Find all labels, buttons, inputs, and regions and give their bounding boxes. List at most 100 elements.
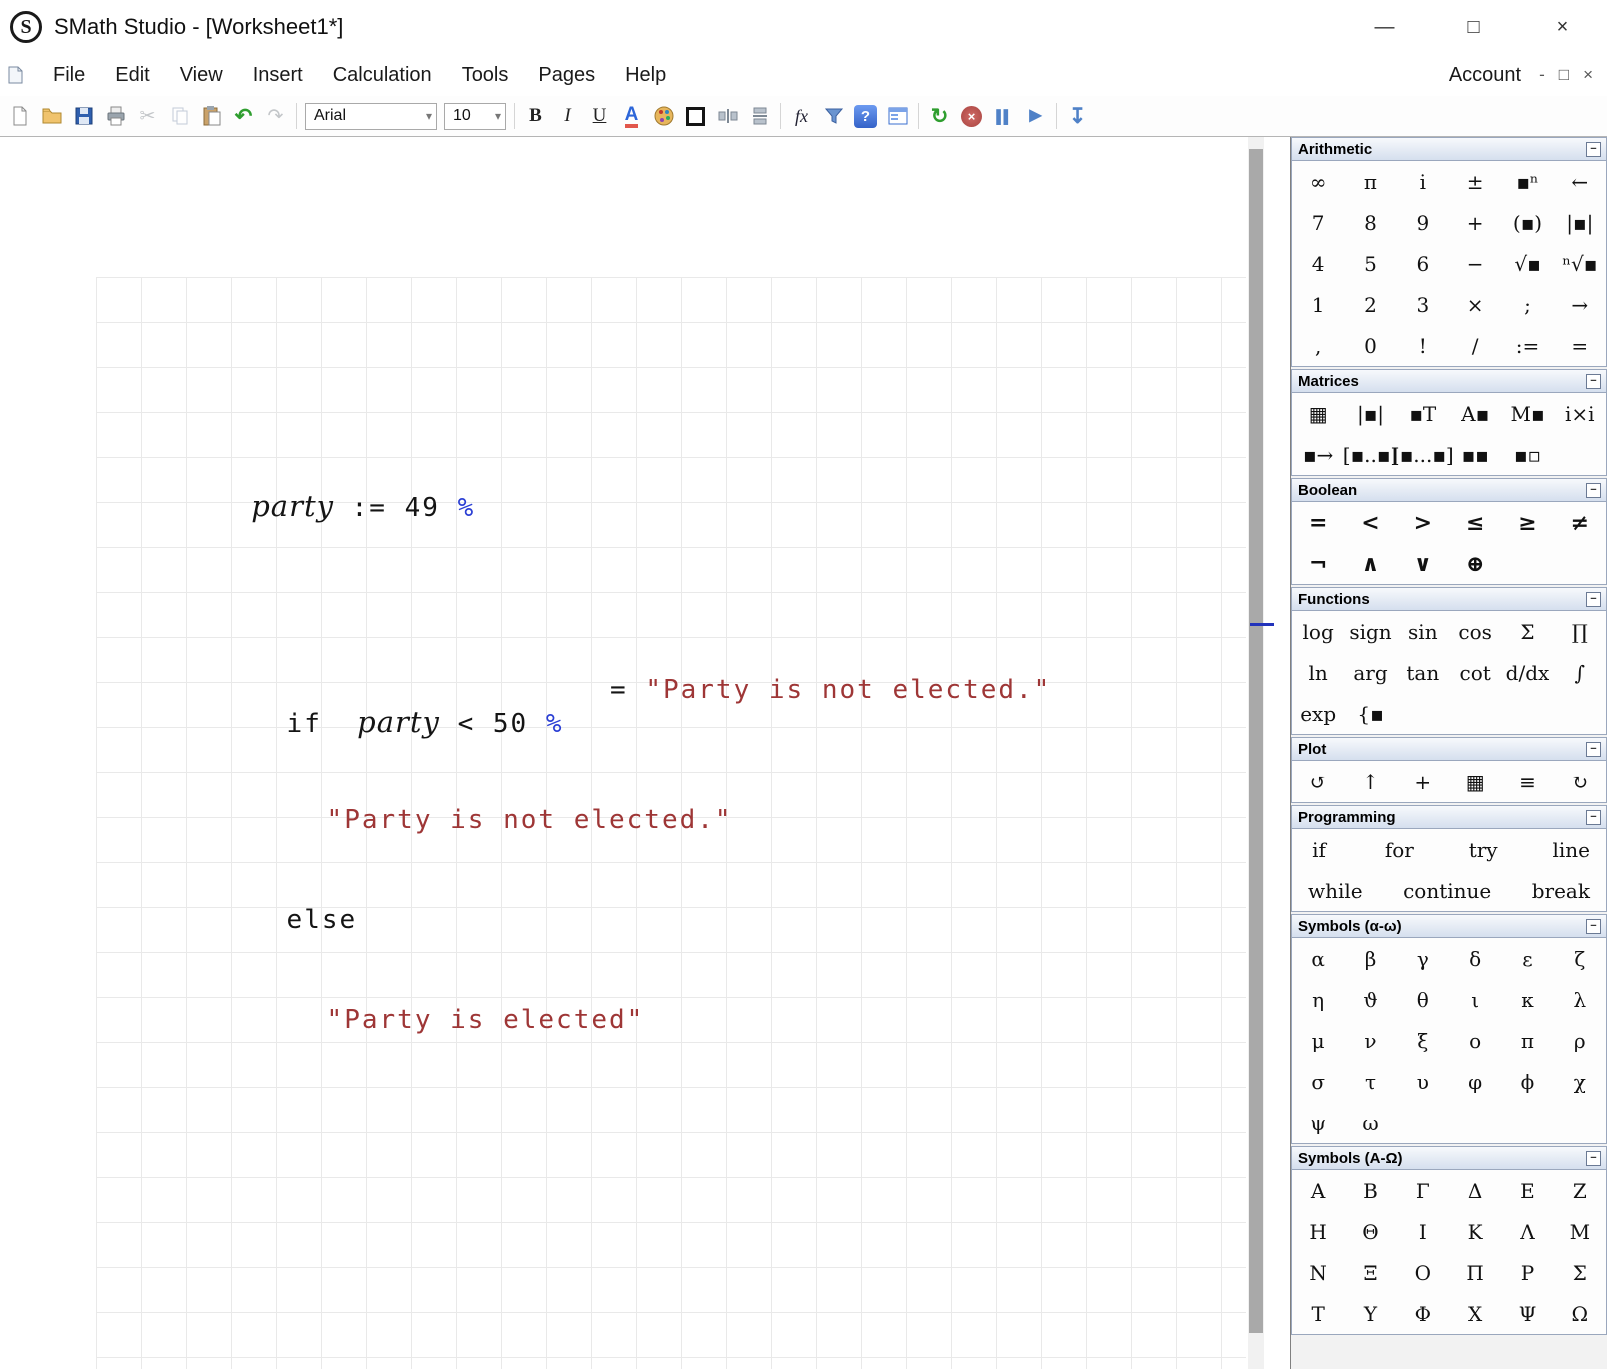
palette-button[interactable]: > xyxy=(1412,512,1434,534)
border-button[interactable] xyxy=(680,101,711,132)
collapse-icon[interactable]: − xyxy=(1586,142,1601,157)
palette-button[interactable]: A▪ xyxy=(1461,404,1489,424)
palette-button[interactable]: υ xyxy=(1412,1072,1434,1092)
palette-button[interactable]: 1 xyxy=(1307,295,1329,315)
pause-button[interactable]: ▌▌ xyxy=(988,101,1019,132)
palette-button[interactable]: line xyxy=(1552,840,1590,860)
palette-button[interactable]: Χ xyxy=(1464,1304,1486,1324)
menu-insert[interactable]: Insert xyxy=(253,64,303,87)
palette-button[interactable]: 9 xyxy=(1412,213,1434,233)
palette-button[interactable]: ∧ xyxy=(1359,553,1381,575)
palette-button[interactable]: Σ xyxy=(1569,1263,1591,1283)
palette-button[interactable]: exp xyxy=(1300,704,1336,724)
recalculate-button[interactable]: ↻ xyxy=(924,101,955,132)
palette-button[interactable]: / xyxy=(1464,336,1486,356)
palette-button[interactable]: ∞ xyxy=(1307,172,1329,192)
palette-button[interactable]: ↑ xyxy=(1359,772,1381,792)
collapse-icon[interactable]: − xyxy=(1586,592,1601,607)
palette-button[interactable]: ψ xyxy=(1307,1113,1329,1133)
palette-button[interactable]: × xyxy=(1464,295,1486,315)
palette-button[interactable]: β xyxy=(1359,949,1381,969)
palette-button[interactable]: 6 xyxy=(1412,254,1434,274)
palette-button[interactable]: ζ xyxy=(1569,949,1591,969)
palette-button[interactable]: 8 xyxy=(1359,213,1381,233)
background-color-button[interactable] xyxy=(648,101,679,132)
run-button[interactable]: ▶ xyxy=(1020,101,1051,132)
palette-button[interactable]: cot xyxy=(1460,663,1491,683)
palette-button[interactable]: log xyxy=(1303,622,1334,642)
collapse-icon[interactable]: − xyxy=(1586,374,1601,389)
palette-button[interactable]: ≠ xyxy=(1569,512,1591,534)
palette-button[interactable]: 4 xyxy=(1307,254,1329,274)
palette-button[interactable]: |▪| xyxy=(1566,213,1593,233)
palette-button[interactable]: ν xyxy=(1359,1031,1381,1051)
palette-button[interactable]: , xyxy=(1307,336,1329,356)
palette-button[interactable]: Ρ xyxy=(1516,1263,1538,1283)
snapshot-button[interactable]: ↧ xyxy=(1062,101,1093,132)
palette-button[interactable]: sin xyxy=(1408,622,1438,642)
palette-button[interactable]: Α xyxy=(1307,1181,1329,1201)
palette-button[interactable]: 5 xyxy=(1359,254,1381,274)
palette-button[interactable]: continue xyxy=(1403,881,1491,901)
scrollbar-thumb[interactable] xyxy=(1249,149,1263,1333)
menu-file[interactable]: File xyxy=(53,64,85,87)
palette-button[interactable]: [▪...▪] xyxy=(1392,445,1454,465)
palette-button[interactable]: (▪) xyxy=(1513,213,1542,233)
insert-function-button[interactable]: fx xyxy=(786,101,817,132)
new-document-button[interactable] xyxy=(4,101,35,132)
palette-button[interactable]: ρ xyxy=(1569,1031,1591,1051)
close-button[interactable]: × xyxy=(1518,0,1607,54)
redo-button[interactable]: ↷ xyxy=(260,101,291,132)
palette-button[interactable]: Ν xyxy=(1307,1263,1329,1283)
palette-button[interactable]: Ω xyxy=(1569,1304,1591,1324)
palette-button[interactable]: ▦ xyxy=(1307,404,1329,424)
palette-button[interactable]: cos xyxy=(1458,622,1492,642)
palette-button[interactable]: [▪..▪] xyxy=(1343,445,1398,465)
cut-button[interactable]: ✂ xyxy=(132,101,163,132)
palette-button[interactable]: ω xyxy=(1359,1113,1381,1133)
palette-button[interactable]: ξ xyxy=(1412,1031,1434,1051)
undo-button[interactable]: ↶ xyxy=(228,101,259,132)
palette-button[interactable]: Ξ xyxy=(1359,1263,1381,1283)
palette-button[interactable]: i×i xyxy=(1565,404,1595,424)
palette-button[interactable]: try xyxy=(1469,840,1498,860)
palette-button[interactable]: π xyxy=(1516,1031,1538,1051)
bold-button[interactable]: B xyxy=(520,101,551,132)
palette-button[interactable]: ⊕ xyxy=(1464,553,1486,575)
palette-button[interactable]: ≥ xyxy=(1516,512,1538,534)
palette-button[interactable]: if xyxy=(1308,840,1330,860)
assignment-region[interactable]: party := 49 % xyxy=(110,459,475,553)
palette-button[interactable]: Ε xyxy=(1516,1181,1538,1201)
palette-button[interactable]: ln xyxy=(1307,663,1329,683)
palette-button[interactable]: 3 xyxy=(1412,295,1434,315)
palette-button[interactable]: = xyxy=(1569,336,1591,356)
minimize-button[interactable]: — xyxy=(1340,0,1429,54)
palette-button[interactable]: ▪▫ xyxy=(1514,445,1541,465)
menu-calculation[interactable]: Calculation xyxy=(333,64,432,87)
palette-button[interactable]: + xyxy=(1412,772,1434,792)
open-button[interactable] xyxy=(36,101,67,132)
palette-button[interactable]: Θ xyxy=(1359,1222,1381,1242)
collapse-icon[interactable]: − xyxy=(1586,483,1601,498)
palette-button[interactable]: ▪→ xyxy=(1303,445,1333,465)
palette-button[interactable]: α xyxy=(1307,949,1329,969)
paste-button[interactable] xyxy=(196,101,227,132)
filter-button[interactable] xyxy=(818,101,849,132)
menu-account[interactable]: Account xyxy=(1449,64,1521,87)
palette-button[interactable]: Λ xyxy=(1516,1222,1538,1242)
palette-button[interactable]: Η xyxy=(1307,1222,1329,1242)
palette-button[interactable]: while xyxy=(1308,881,1363,901)
palette-button[interactable]: d/dx xyxy=(1506,663,1550,683)
palette-button[interactable]: Φ xyxy=(1412,1304,1434,1324)
palette-button[interactable]: Μ xyxy=(1569,1222,1591,1242)
collapse-icon[interactable]: − xyxy=(1586,742,1601,757)
palette-button[interactable]: ▦ xyxy=(1464,772,1486,792)
palette-button[interactable]: κ xyxy=(1516,990,1538,1010)
palette-button[interactable]: ▪T xyxy=(1409,404,1436,424)
collapse-icon[interactable]: − xyxy=(1586,919,1601,934)
worksheet-canvas[interactable]: party := 49 % if party < 50 % = "Party i… xyxy=(0,137,1248,1369)
palette-button[interactable]: ϑ xyxy=(1359,990,1381,1010)
palette-button[interactable]: ε xyxy=(1516,949,1538,969)
palette-button[interactable]: ∨ xyxy=(1412,553,1434,575)
palette-button[interactable]: i xyxy=(1412,172,1434,192)
